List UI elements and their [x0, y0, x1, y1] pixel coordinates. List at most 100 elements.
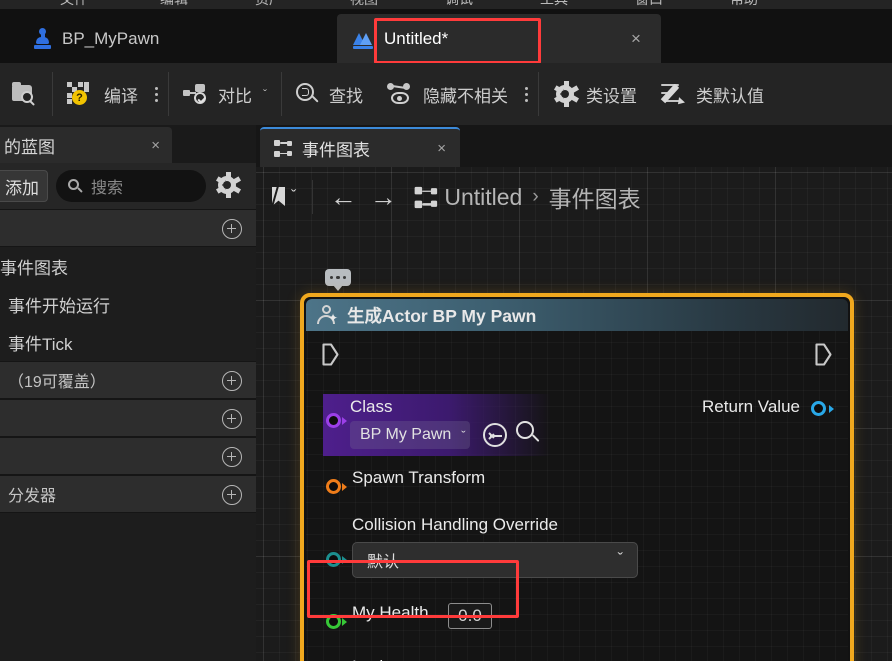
spawn-actor-node[interactable]: ✦ 生成Actor BP My Pawn Class BP My Pawn ˇ … — [300, 293, 854, 661]
browse-asset-button[interactable] — [516, 421, 542, 447]
add-icon[interactable] — [222, 447, 242, 467]
panel-settings-gear-icon[interactable] — [215, 172, 241, 198]
bookmark-button[interactable]: ˇ — [266, 186, 302, 207]
search-input[interactable]: 搜索 — [56, 170, 206, 202]
menu-item-0[interactable]: 文件 — [60, 0, 88, 9]
list-section-header[interactable] — [0, 437, 256, 475]
chevron-down-icon[interactable]: ˇ — [618, 551, 623, 569]
hide-unrelated-button[interactable]: 隐藏不相关 — [375, 63, 520, 125]
pin-label-spawn-transform: Spawn Transform — [352, 468, 486, 487]
diff-icon — [183, 83, 209, 105]
pin-collision-handling[interactable] — [326, 552, 341, 567]
asset-tab-label: Untitled* — [384, 28, 449, 48]
breadcrumb-root[interactable]: Untitled — [444, 184, 522, 211]
graph-breadcrumb-bar: ˇ ← → Untitled › 事件图表 — [256, 167, 892, 227]
node-title: 生成Actor BP My Pawn — [347, 305, 537, 326]
hide-unrelated-options-kebab[interactable] — [518, 77, 534, 111]
pin-collision-handling-arrow — [342, 556, 347, 564]
compile-button[interactable]: ? 编译 — [55, 63, 150, 125]
breadcrumb-current[interactable]: 事件图表 — [549, 180, 641, 214]
pin-return-value[interactable] — [811, 401, 826, 416]
pin-label-collision-handling: Collision Handling Override — [352, 515, 558, 534]
pin-class[interactable] — [326, 413, 341, 428]
diff-label: 对比 — [218, 86, 252, 106]
pin-my-health[interactable] — [326, 614, 341, 629]
pin-class-arrow — [342, 417, 347, 425]
menu-item-5[interactable]: 工具 — [540, 0, 568, 9]
browse-asset-button[interactable] — [0, 63, 50, 125]
list-item-event-tick[interactable]: 事件Tick — [0, 323, 256, 361]
hide-unrelated-icon — [387, 82, 414, 106]
class-defaults-button[interactable]: 类默认值 — [649, 63, 776, 125]
gear-icon — [553, 81, 579, 107]
asset-tab-bp-mypawn[interactable]: BP_MyPawn — [18, 14, 175, 63]
add-icon[interactable] — [222, 371, 242, 391]
chevron-down-icon[interactable]: ˇ — [263, 87, 267, 101]
my-blueprint-tab-row: 的蓝图 × — [0, 125, 256, 163]
add-button[interactable]: 添加 — [0, 170, 48, 202]
pin-label-my-health: My Health — [352, 603, 429, 622]
asset-tab-label: BP_MyPawn — [62, 28, 160, 48]
blueprint-icon — [353, 29, 373, 49]
exec-pin-out[interactable] — [815, 343, 832, 366]
close-icon[interactable]: × — [437, 140, 446, 157]
compile-warning-badge: ? — [72, 90, 87, 105]
tab-label: 事件图表 — [302, 140, 370, 160]
pin-label-class: Class — [350, 397, 393, 416]
add-icon[interactable] — [222, 485, 242, 505]
compile-options-kebab[interactable] — [148, 77, 164, 111]
find-label: 查找 — [329, 86, 363, 106]
exec-pin-in[interactable] — [322, 343, 339, 366]
asset-tab-untitled[interactable]: Untitled* × — [337, 14, 661, 63]
pin-spawn-transform[interactable] — [326, 479, 341, 494]
add-icon[interactable] — [222, 409, 242, 429]
list-item-event-beginplay[interactable]: 事件开始运行 — [0, 285, 256, 323]
list-item-event-graph[interactable]: 事件图表 — [0, 247, 256, 285]
diff-button[interactable]: 对比 ˇ — [171, 63, 279, 125]
chevron-down-icon[interactable]: ˇ — [461, 428, 465, 443]
list-section-header[interactable]: 分发器 — [0, 475, 256, 513]
pin-label-return-value: Return Value — [702, 397, 800, 416]
menu-item-6[interactable]: 窗口 — [635, 0, 663, 9]
list-section-header[interactable] — [0, 209, 256, 247]
tab-my-blueprint[interactable]: 的蓝图 × — [0, 127, 172, 163]
my-blueprint-toolbar: 添加 搜索 — [0, 163, 256, 209]
class-combo[interactable]: BP My Pawn ˇ — [350, 421, 470, 449]
search-placeholder: 搜索 — [91, 180, 124, 197]
list-section-header[interactable]: （19可覆盖） — [0, 361, 256, 399]
close-icon[interactable]: × — [151, 137, 160, 154]
menu-item-2[interactable]: 资产 — [255, 0, 283, 9]
node-comment-bubble-icon[interactable] — [325, 269, 351, 291]
back-arrow-icon[interactable]: ← — [323, 183, 363, 211]
collision-handling-combo[interactable]: 默认 ˇ — [352, 542, 638, 578]
use-selected-asset-button[interactable] — [483, 423, 507, 447]
menu-item-1[interactable]: 编辑 — [160, 0, 188, 9]
compile-icon: ? — [67, 82, 95, 106]
menu-item-7[interactable]: 帮助 — [730, 0, 758, 9]
add-icon[interactable] — [222, 219, 242, 239]
my-health-value-input[interactable]: 0.0 — [448, 603, 492, 629]
divider — [312, 180, 314, 214]
hide-unrelated-label: 隐藏不相关 — [423, 86, 508, 106]
chevron-down-icon[interactable]: ˇ — [291, 188, 296, 206]
event-graph-panel: 事件图表 × ˇ ← → Untitled › 事件图表 ✦ 生成Actor B… — [256, 125, 892, 661]
my-blueprint-panel: 的蓝图 × 添加 搜索 事件图表 事件开始运行 事件Tick （19可覆盖） 分… — [0, 125, 256, 661]
menu-item-4[interactable]: 调试 — [445, 0, 473, 9]
bookmark-icon — [271, 186, 287, 207]
pin-spawn-transform-arrow — [342, 483, 347, 491]
tab-label: 的蓝图 — [4, 137, 55, 157]
close-icon[interactable]: × — [627, 29, 645, 49]
toolbar-divider — [52, 72, 53, 116]
find-button[interactable]: 查找 — [284, 63, 375, 125]
menu-item-3[interactable]: 视图 — [350, 0, 378, 9]
toolbar-divider — [538, 72, 539, 116]
blueprint-toolbar: ? 编译 对比 ˇ 查找 隐藏不相关 类设置 类默认值 — [0, 63, 892, 125]
list-section-header[interactable] — [0, 399, 256, 437]
graph-canvas[interactable]: ˇ ← → Untitled › 事件图表 ✦ 生成Actor BP My Pa… — [256, 167, 892, 661]
exec-pin-row — [306, 331, 848, 379]
class-settings-button[interactable]: 类设置 — [541, 63, 649, 125]
tab-event-graph[interactable]: 事件图表 × — [260, 127, 460, 167]
my-blueprint-list: 事件图表 事件开始运行 事件Tick （19可覆盖） 分发器 — [0, 209, 256, 661]
forward-arrow-icon[interactable]: → — [363, 183, 403, 211]
graph-icon — [274, 139, 293, 157]
